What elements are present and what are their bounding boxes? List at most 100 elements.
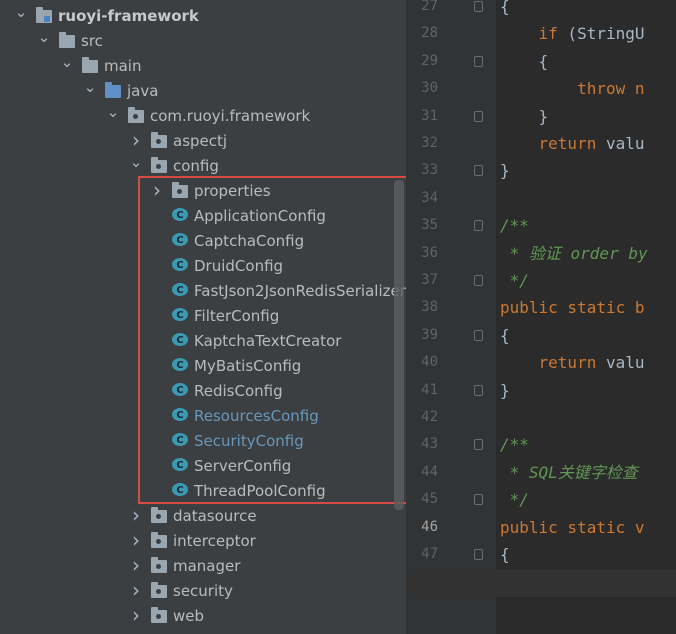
code-line: { [500,322,510,349]
line-number: 41 [421,381,438,398]
package-icon [151,132,167,148]
code-line: public static b [500,294,645,321]
code-token: { [500,51,549,71]
fold-marker-icon[interactable] [474,220,483,232]
fold-marker-icon[interactable] [474,439,483,451]
line-number: 32 [421,135,438,151]
code-token: valu [596,134,645,153]
line-number: 37 [421,272,438,288]
ide-window: ⌄ ruoyi-framework ⌄ src ⌄ main ⌄ java ⌄ com.ruoyi… [0,0,676,634]
line-number: 35 [421,217,438,234]
package-icon [151,157,167,173]
chevron-right-icon[interactable]: › [129,604,143,629]
code-line: /** [500,212,529,239]
code-token: { [500,545,510,564]
fold-marker-icon[interactable] [474,384,483,396]
fold-marker-icon[interactable] [474,55,483,67]
package-icon [151,557,167,573]
line-number: 40 [421,354,438,371]
line-number: 45 [421,491,438,508]
tree-item[interactable]: ⌄ com.ruoyi.framework [0,104,406,129]
line-number: 38 [421,299,438,316]
code-line: return valu [500,349,645,376]
line-number: 39 [421,326,438,343]
line-number: 36 [421,244,438,261]
code-line: public static v [500,514,645,541]
fold-marker-icon[interactable] [474,494,483,506]
tree-item[interactable]: › datasource [0,504,406,529]
line-number: 44 [421,463,438,480]
code-line: { [500,541,510,568]
tree-item[interactable]: › manager [0,554,406,579]
code-line: { [500,48,549,75]
source-folder-icon [105,82,121,98]
line-number: 30 [421,80,438,97]
code-token: (StringU [557,24,645,44]
line-number: 27 [421,0,438,14]
package-icon [151,507,167,523]
code-token: if [538,24,558,44]
fold-marker-icon[interactable] [474,549,483,560]
chevron-right-icon[interactable]: › [129,129,143,154]
code-token: { [500,0,510,16]
code-token: { [500,325,510,345]
code-token: * 验证 order by [500,243,648,263]
tree-item-label: security [173,582,233,600]
fold-marker-icon[interactable] [474,329,483,341]
tree-item[interactable]: › aspectj [0,129,406,154]
tree-item[interactable]: › security [0,579,406,604]
fold-marker-icon[interactable] [474,110,483,122]
code-token: return [538,134,597,153]
code-line: if (StringU [500,20,645,47]
code-line: { [500,0,510,20]
chevron-down-icon[interactable]: ⌄ [14,4,28,29]
chevron-right-icon[interactable]: › [129,504,143,529]
chevron-down-icon[interactable]: ⌄ [83,79,97,104]
chevron-right-icon[interactable]: › [129,554,143,579]
tree-item[interactable]: ⌄ main [0,54,406,79]
code-token: */ [500,271,529,290]
code-token: public static v [500,517,645,537]
tree-item-label: manager [173,557,241,575]
code-line: * SQL关键字检查 [500,459,638,486]
fold-marker-icon[interactable] [474,1,483,12]
chevron-right-icon[interactable]: › [129,579,143,604]
code-line: return valu [500,130,645,157]
line-number: 42 [421,409,438,425]
tree-scrollbar[interactable] [394,180,404,510]
tree-item-label: interceptor [173,532,256,550]
package-icon [128,107,144,123]
chevron-down-icon[interactable]: ⌄ [60,54,74,79]
tree-item[interactable]: › interceptor [0,529,406,554]
code-line: } [500,157,510,184]
package-icon [151,532,167,548]
code-token: /** [500,435,529,455]
chevron-down-icon[interactable]: ⌄ [37,29,51,54]
chevron-right-icon[interactable]: › [129,529,143,554]
line-number: 31 [421,107,438,124]
tree-item-label: aspectj [173,132,228,150]
tree-item[interactable]: › web [0,604,406,629]
chevron-down-icon[interactable]: ⌄ [106,104,120,129]
tree-item-label: com.ruoyi.framework [150,107,311,125]
code-line: } [500,377,510,404]
code-line: */ [500,267,529,294]
tree-item-label: main [104,57,142,75]
code-line: /** [500,431,529,458]
tree-item[interactable]: ⌄ java [0,79,406,104]
code-token: valu [596,353,645,373]
tree-item[interactable]: ⌄ src [0,29,406,54]
package-icon [151,582,167,598]
line-number: 34 [421,189,438,206]
code-token: } [500,380,510,400]
line-number: 46 [421,518,438,535]
current-line-highlight [406,570,676,597]
tree-item[interactable]: ⌄ ruoyi-framework [0,4,406,29]
code-line: throw n [500,75,644,102]
fold-marker-icon[interactable] [474,165,483,177]
fold-marker-icon[interactable] [474,275,483,286]
